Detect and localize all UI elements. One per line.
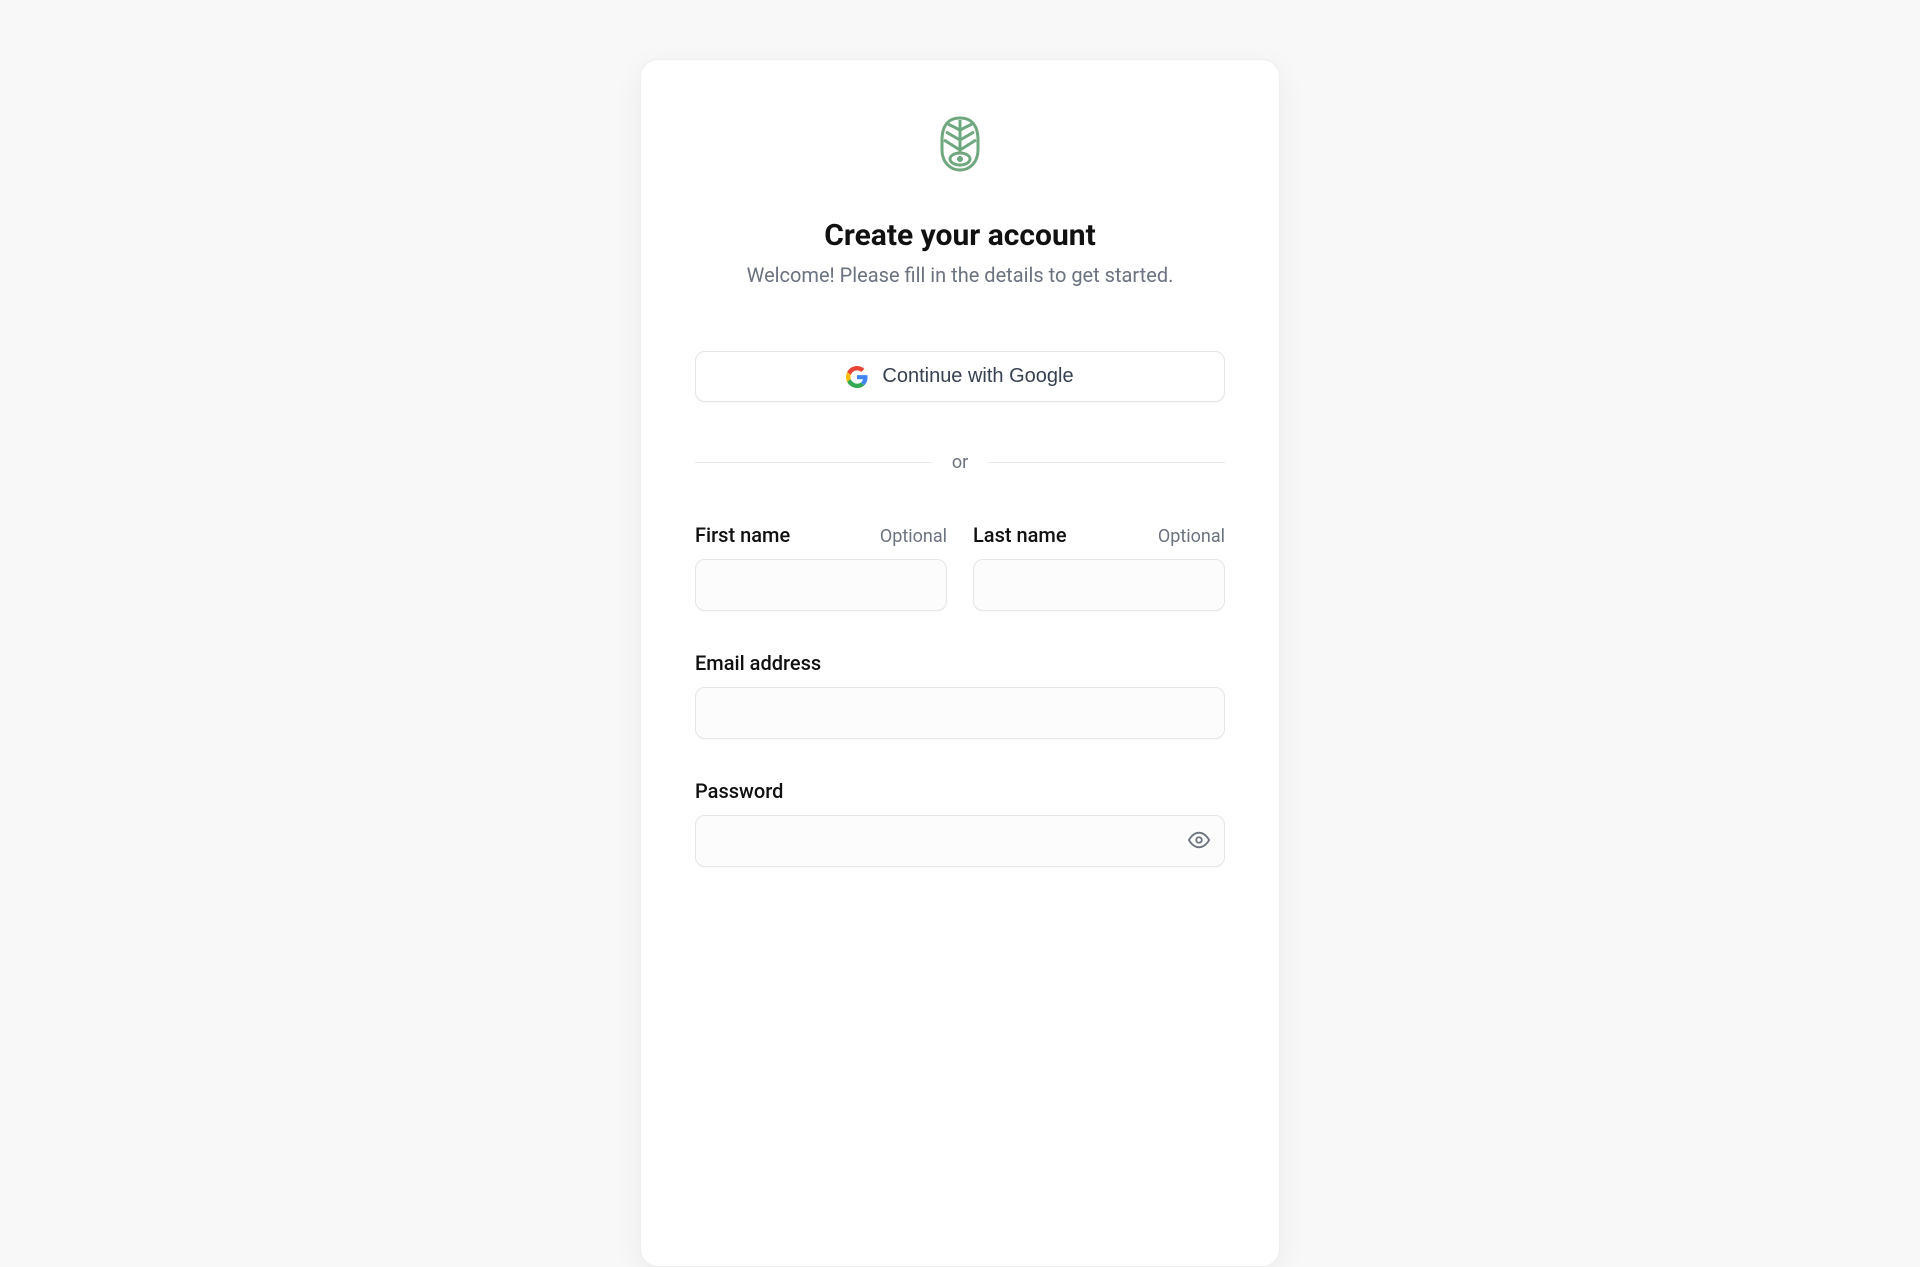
first-name-label: First name [695,523,790,547]
last-name-label: Last name [973,523,1067,547]
google-icon [846,366,868,388]
continue-with-google-button[interactable]: Continue with Google [695,351,1225,402]
email-field: Email address [695,651,1225,739]
toggle-password-visibility-button[interactable] [1187,829,1211,853]
divider-line [695,462,932,463]
brand-logo-icon [938,116,982,172]
divider-line [988,462,1225,463]
password-label: Password [695,779,783,803]
page-subtitle: Welcome! Please fill in the details to g… [747,263,1174,287]
signup-form: First name Optional Last name Optional E… [695,523,1225,867]
password-field: Password [695,779,1225,867]
password-input[interactable] [695,815,1225,867]
email-input[interactable] [695,687,1225,739]
google-button-label: Continue with Google [882,365,1073,388]
signup-card: Create your account Welcome! Please fill… [640,59,1280,1267]
first-name-input[interactable] [695,559,947,611]
first-name-field: First name Optional [695,523,947,611]
divider-label: or [952,452,968,473]
email-label: Email address [695,651,821,675]
divider: or [695,452,1225,473]
page-title: Create your account [824,218,1095,253]
eye-icon [1188,829,1210,854]
first-name-optional: Optional [880,526,947,547]
last-name-optional: Optional [1158,526,1225,547]
last-name-input[interactable] [973,559,1225,611]
last-name-field: Last name Optional [973,523,1225,611]
